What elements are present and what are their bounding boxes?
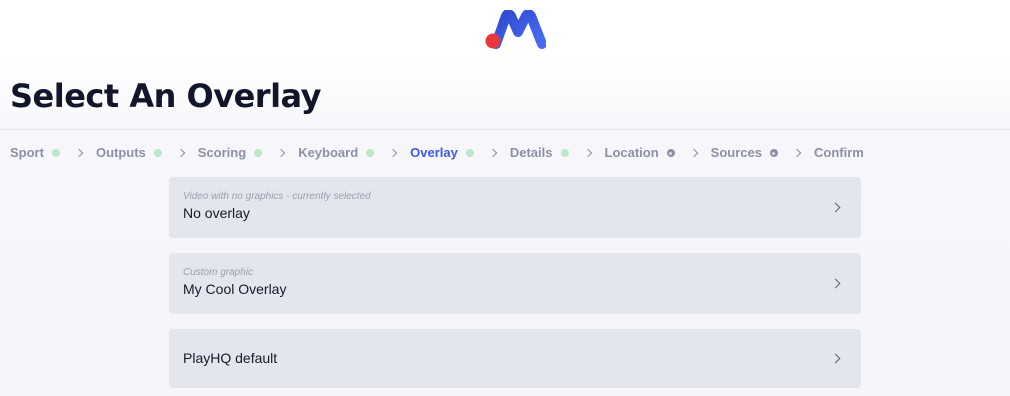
chevron-right-icon <box>488 148 498 158</box>
chevron-right-icon <box>830 202 841 212</box>
step-label: Outputs <box>95 145 146 160</box>
step-complete-dot-icon <box>366 149 375 157</box>
option-title: PlayHQ default <box>183 350 278 366</box>
option-subtitle: Custom graphic <box>183 267 254 278</box>
step-complete-dot-icon <box>254 149 263 157</box>
chevron-right-icon <box>583 148 592 158</box>
step-overlay[interactable]: Overlay <box>410 144 474 162</box>
stepper: Sport Outputs Scoring Keyboard Overlay D… <box>10 144 864 162</box>
chevron-right-icon <box>276 148 286 158</box>
chevron-right-icon <box>388 148 398 158</box>
chevron-right-icon <box>74 148 84 158</box>
m-brand-logo-icon <box>485 9 547 49</box>
step-confirm[interactable]: Confirm <box>814 144 864 162</box>
chevron-right-icon <box>176 148 186 158</box>
option-title: No overlay <box>183 205 250 221</box>
step-sport[interactable]: Sport <box>10 144 60 162</box>
step-label: Scoring <box>197 145 247 160</box>
header-divider <box>0 129 1010 130</box>
overlay-option-no-overlay[interactable]: Video with no graphics - currently selec… <box>169 177 861 238</box>
step-keyboard[interactable]: Keyboard <box>298 144 375 162</box>
chevron-right-icon <box>830 278 841 288</box>
overlay-option-my-cool-overlay[interactable]: Custom graphic My Cool Overlay <box>169 253 861 314</box>
step-label: Keyboard <box>298 145 359 160</box>
step-location[interactable]: Location <box>605 144 675 162</box>
step-complete-dot-icon <box>560 149 569 157</box>
chevron-right-icon <box>830 353 841 363</box>
overlay-option-list: Video with no graphics - currently selec… <box>169 177 861 396</box>
step-pending-dot-icon <box>769 149 778 157</box>
step-label: Location <box>604 145 659 160</box>
step-sources[interactable]: Sources <box>711 144 778 162</box>
option-title: My Cool Overlay <box>183 281 287 297</box>
step-scoring[interactable]: Scoring <box>197 144 263 162</box>
overlay-option-playhq-default[interactable]: PlayHQ default <box>169 329 861 388</box>
step-details[interactable]: Details <box>510 144 569 162</box>
step-label: Confirm <box>813 145 864 160</box>
logo <box>482 9 547 50</box>
step-label: Details <box>509 145 553 160</box>
step-label: Sources <box>710 145 762 160</box>
option-subtitle: Video with no graphics - currently selec… <box>183 191 371 202</box>
chevron-right-icon <box>689 148 698 158</box>
step-pending-dot-icon <box>666 149 675 157</box>
chevron-right-icon <box>792 148 802 158</box>
step-outputs[interactable]: Outputs <box>96 144 162 162</box>
step-label: Overlay <box>410 145 458 160</box>
page-title: Select An Overlay <box>10 77 322 115</box>
step-label: Sport <box>10 145 44 160</box>
step-complete-dot-icon <box>51 149 60 157</box>
step-complete-dot-icon <box>465 149 474 157</box>
step-complete-dot-icon <box>153 149 162 157</box>
